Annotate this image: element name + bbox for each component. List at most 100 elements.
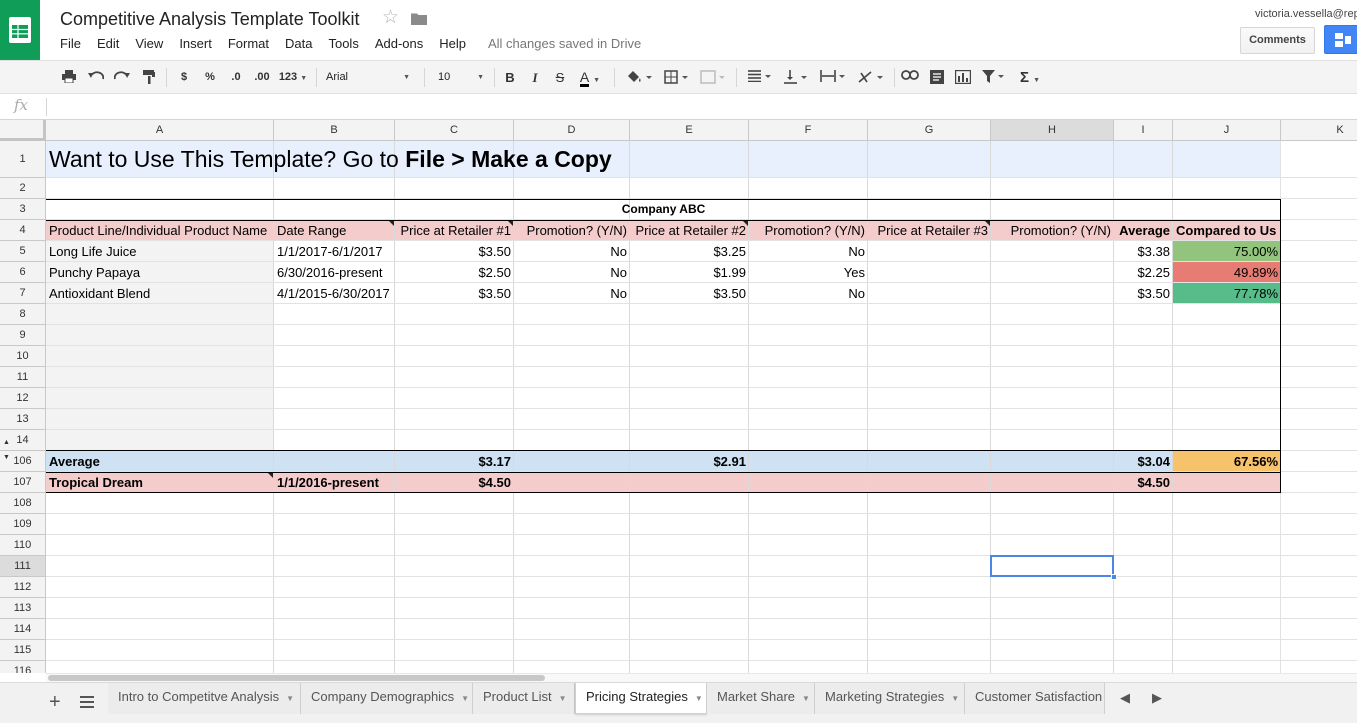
menu-insert[interactable]: Insert (171, 35, 220, 53)
strikethrough-button[interactable]: S (552, 67, 568, 88)
price-cell[interactable]: $3.50 (395, 241, 514, 262)
functions-button[interactable]: Σ ▼ (1014, 67, 1046, 88)
average-cell[interactable]: $4.50 (1114, 472, 1173, 493)
price-cell[interactable]: $3.50 (395, 283, 514, 304)
menu-help[interactable]: Help (431, 35, 474, 53)
average-cell[interactable]: $3.50 (1114, 283, 1173, 304)
horizontal-align-icon[interactable] (744, 67, 776, 88)
price-cell[interactable]: $3.25 (630, 241, 749, 262)
menu-view[interactable]: View (127, 35, 171, 53)
fill-handle[interactable] (1111, 574, 1117, 580)
user-email[interactable]: victoria.vessella@rep (1255, 8, 1357, 20)
product-name-cell[interactable]: Long Life Juice (46, 241, 274, 262)
price-cell[interactable]: $2.50 (395, 262, 514, 283)
sheet-tab[interactable]: Pricing Strategies ▼ (575, 683, 707, 714)
select-all-corner[interactable] (0, 120, 46, 141)
row-header-10[interactable]: 10 (0, 346, 46, 367)
chevron-down-icon[interactable]: ▼ (559, 694, 567, 703)
insert-link-icon[interactable] (900, 67, 920, 88)
save-status[interactable]: All changes saved in Drive (488, 35, 641, 53)
header-cell[interactable]: Price at Retailer #3 (868, 220, 991, 241)
borders-icon[interactable] (660, 67, 694, 88)
star-icon[interactable]: ☆ (382, 8, 399, 28)
insert-comment-icon[interactable] (927, 67, 947, 88)
row-header-109[interactable]: 109 (0, 514, 46, 535)
row-header-115[interactable]: 115 (0, 640, 46, 661)
spreadsheet-grid[interactable]: A B C D E F G H I J K 1 2 3 4 5 6 7 8 9 10 11 12 13 14 ▲ 106 ▼ 107 10… (0, 120, 1357, 673)
column-header-i[interactable]: I (1114, 120, 1173, 141)
header-cell[interactable]: Price at Retailer #1 (395, 220, 514, 241)
row-header-111[interactable]: 111 (0, 556, 46, 577)
header-cell[interactable]: Average (1114, 220, 1173, 241)
header-cell[interactable]: Date Range (274, 220, 395, 241)
chevron-down-icon[interactable]: ▼ (695, 694, 703, 703)
horizontal-scrollbar[interactable] (46, 673, 1357, 682)
our-product-cell[interactable]: Tropical Dream (46, 472, 274, 493)
italic-button[interactable]: I (527, 67, 543, 88)
chevron-left-icon[interactable]: ◀ (1120, 690, 1130, 706)
row-header-11[interactable]: 11 (0, 367, 46, 388)
filter-icon[interactable] (978, 67, 1008, 88)
chevron-down-icon[interactable]: ▼ (461, 694, 469, 703)
menu-data[interactable]: Data (277, 35, 320, 53)
sheets-logo-icon[interactable] (0, 0, 40, 60)
column-header-b[interactable]: B (274, 120, 395, 141)
font-family-select[interactable]: Arial ▼ (322, 67, 414, 88)
average-price-cell[interactable]: $2.91 (630, 451, 749, 472)
chevron-down-icon[interactable]: ▼ (286, 694, 294, 703)
insert-chart-icon[interactable] (953, 67, 973, 88)
vertical-align-icon[interactable] (780, 67, 812, 88)
menu-format[interactable]: Format (220, 35, 277, 53)
selected-cell[interactable] (990, 555, 1114, 577)
template-title-cell[interactable]: Want to Use This Template? Go to File > … (46, 141, 1281, 178)
price-cell[interactable]: $3.50 (630, 283, 749, 304)
date-range-cell[interactable]: 6/30/2016-present (274, 262, 395, 283)
column-header-e[interactable]: E (630, 120, 749, 141)
column-header-f[interactable]: F (749, 120, 868, 141)
product-name-cell[interactable]: Punchy Papaya (46, 262, 274, 283)
column-header-d[interactable]: D (514, 120, 630, 141)
decrease-decimal-button[interactable]: .0 (225, 67, 247, 88)
collapse-down-icon[interactable]: ▼ (3, 447, 10, 468)
merge-cells-icon[interactable] (696, 67, 728, 88)
column-header-k[interactable]: K (1281, 120, 1357, 141)
date-range-cell[interactable]: 4/1/2015-6/30/2017 (274, 283, 395, 304)
text-wrapping-icon[interactable] (816, 67, 850, 88)
date-range-cell[interactable]: 1/1/2016-present (274, 472, 395, 493)
sheet-tab[interactable]: Intro to Competitve Analysis ▼ (108, 683, 301, 714)
all-sheets-icon[interactable] (80, 696, 94, 708)
average-price-cell[interactable]: $3.17 (395, 451, 514, 472)
formula-input[interactable] (52, 98, 1342, 116)
paint-format-icon[interactable] (140, 67, 158, 88)
average-cell[interactable]: $3.04 (1114, 451, 1173, 472)
menu-addons[interactable]: Add-ons (367, 35, 431, 53)
row-header-9[interactable]: 9 (0, 325, 46, 346)
row-header-116[interactable]: 116 (0, 661, 46, 673)
menu-tools[interactable]: Tools (320, 35, 366, 53)
row-header-12[interactable]: 12 (0, 388, 46, 409)
column-header-h[interactable]: H (991, 120, 1114, 141)
more-formats-button[interactable]: 123 ▼ (276, 67, 310, 88)
row-header-107[interactable]: 107 (0, 472, 46, 493)
document-title[interactable]: Competitive Analysis Template Toolkit (60, 9, 359, 30)
row-header-8[interactable]: 8 (0, 304, 46, 325)
row-header-113[interactable]: 113 (0, 598, 46, 619)
row-header-110[interactable]: 110 (0, 535, 46, 556)
currency-format-button[interactable]: $ (176, 67, 192, 88)
column-header-a[interactable]: A (46, 120, 274, 141)
product-name-cell[interactable]: Antioxidant Blend (46, 283, 274, 304)
row-header-2[interactable]: 2 (0, 178, 46, 199)
sheet-tab[interactable]: Company Demographics ▼ (301, 683, 473, 714)
column-header-g[interactable]: G (868, 120, 991, 141)
chevron-down-icon[interactable]: ▼ (951, 694, 959, 703)
header-cell[interactable]: Price at Retailer #2 (630, 220, 749, 241)
row-header-108[interactable]: 108 (0, 493, 46, 514)
add-sheet-icon[interactable]: + (49, 691, 61, 713)
menu-file[interactable]: File (52, 35, 89, 53)
sheet-tab[interactable]: Marketing Strategies ▼ (815, 683, 965, 714)
promotion-cell[interactable]: No (749, 241, 868, 262)
text-rotation-icon[interactable] (854, 67, 888, 88)
compared-cell[interactable]: 49.89% (1173, 262, 1281, 283)
price-cell[interactable]: $1.99 (630, 262, 749, 283)
average-label-cell[interactable]: Average (46, 451, 274, 472)
